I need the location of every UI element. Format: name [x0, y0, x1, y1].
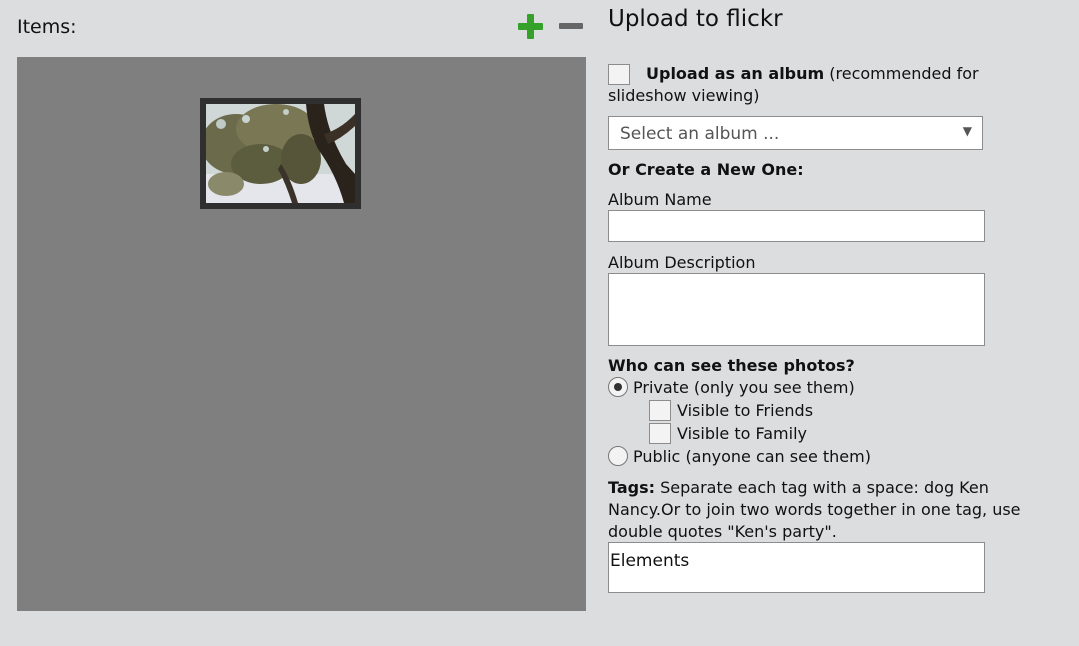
radio-selected-dot — [614, 383, 622, 391]
album-description-label: Album Description — [608, 253, 756, 272]
album-description-textarea[interactable] — [608, 273, 985, 346]
album-select-value: Select an album ... — [620, 124, 780, 144]
album-select[interactable]: Select an album ... ▼ — [608, 116, 983, 150]
minus-icon — [559, 23, 583, 29]
album-name-input[interactable] — [608, 210, 985, 242]
tags-label: Tags: — [608, 478, 656, 497]
tags-help-text: Tags: Separate each tag with a space: do… — [608, 478, 1021, 541]
private-radio[interactable] — [608, 377, 628, 397]
visible-to-family-label: Visible to Family — [677, 424, 807, 443]
tags-input-value: Elements — [610, 551, 690, 571]
public-radio[interactable] — [608, 446, 628, 466]
create-album-heading: Or Create a New One: — [608, 160, 804, 179]
page-title: Upload to flickr — [608, 6, 783, 32]
album-name-label: Album Name — [608, 190, 712, 209]
upload-as-album-label: Upload as an album (recommended for slid… — [608, 64, 979, 105]
items-list[interactable] — [17, 57, 586, 611]
tags-input[interactable]: Elements — [608, 542, 985, 593]
remove-item-button[interactable] — [559, 14, 583, 39]
dropdown-arrow-icon: ▼ — [962, 124, 972, 138]
visible-to-family-checkbox[interactable] — [649, 423, 671, 444]
tree-photo-image — [206, 104, 355, 203]
add-item-button[interactable] — [518, 14, 543, 39]
public-radio-label: Public (anyone can see them) — [633, 447, 871, 466]
photo-thumbnail[interactable] — [200, 98, 361, 209]
private-radio-label: Private (only you see them) — [633, 378, 855, 397]
visibility-heading: Who can see these photos? — [608, 356, 855, 375]
visible-to-friends-label: Visible to Friends — [677, 401, 814, 420]
items-label: Items: — [17, 16, 77, 38]
visible-to-friends-checkbox[interactable] — [649, 400, 671, 421]
